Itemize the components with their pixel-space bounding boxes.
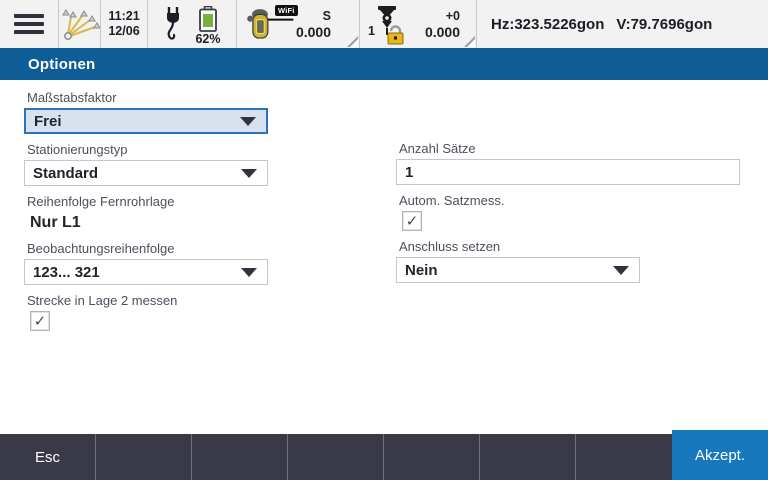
main-menu-button[interactable] bbox=[0, 0, 59, 48]
field-set-backsight: Anschluss setzen Nein bbox=[396, 240, 740, 283]
hz-angle: Hz:323.5226gon bbox=[491, 16, 604, 33]
field-face-order: Reihenfolge Fernrohrlage Nur L1 bbox=[24, 195, 268, 232]
status-bar: 11:21 12/06 62% bbox=[0, 0, 768, 48]
page-title: Optionen bbox=[28, 56, 95, 73]
app-screen: 11:21 12/06 62% bbox=[0, 0, 768, 480]
set-backsight-value: Nein bbox=[405, 262, 438, 279]
station-type-label: Stationierungstyp bbox=[27, 143, 268, 157]
number-of-rounds-label: Anzahl Sätze bbox=[399, 142, 740, 156]
observation-order-label: Beobachtungsreihenfolge bbox=[27, 242, 268, 256]
chevron-down-icon bbox=[241, 169, 257, 178]
face-order-value: Nur L1 bbox=[30, 213, 268, 232]
chevron-down-icon bbox=[241, 268, 257, 277]
form-left-column: Maßstabsfaktor Frei Stationierungstyp St… bbox=[24, 91, 268, 340]
accept-button[interactable]: Akzept. bbox=[672, 430, 768, 480]
scale-factor-value: Frei bbox=[34, 113, 62, 130]
time-text: 11:21 bbox=[108, 9, 139, 24]
softkey-empty-1 bbox=[96, 434, 192, 480]
measure-distance-face2-label: Strecke in Lage 2 messen bbox=[27, 294, 268, 308]
esc-label: Esc bbox=[35, 449, 60, 466]
angle-readout: Hz:323.5226gon V:79.7696gon bbox=[477, 0, 768, 48]
hamburger-icon bbox=[14, 10, 44, 39]
measure-distance-face2-checkbox[interactable]: ✓ bbox=[30, 311, 50, 331]
instrument-connection-tile[interactable]: WiFi S 0.000 bbox=[237, 0, 360, 48]
target-height: +0 bbox=[446, 8, 460, 24]
clock-tile[interactable]: 11:21 12/06 bbox=[101, 0, 148, 48]
checkmark-icon: ✓ bbox=[34, 312, 47, 330]
checkmark-icon: ✓ bbox=[406, 212, 419, 230]
number-of-rounds-input[interactable] bbox=[396, 159, 740, 185]
power-status-tile[interactable]: 62% bbox=[148, 0, 237, 48]
wifi-badge: WiFi bbox=[275, 5, 298, 16]
field-station-type: Stationierungstyp Standard bbox=[24, 143, 268, 186]
softkey-empty-3 bbox=[288, 434, 384, 480]
scale-factor-dropdown[interactable]: Frei bbox=[24, 108, 268, 134]
field-scale-factor: Maßstabsfaktor Frei bbox=[24, 91, 268, 134]
station-setup-status-tile[interactable] bbox=[59, 0, 101, 48]
page-header: Optionen bbox=[0, 48, 768, 80]
set-backsight-dropdown[interactable]: Nein bbox=[396, 257, 640, 283]
station-type-value: Standard bbox=[33, 165, 98, 182]
resection-rays-icon bbox=[60, 6, 100, 42]
esc-button[interactable]: Esc bbox=[0, 434, 96, 480]
battery-icon bbox=[198, 6, 218, 32]
observation-order-dropdown[interactable]: 123... 321 bbox=[24, 259, 268, 285]
target-value: 0.000 bbox=[425, 24, 460, 40]
scale-factor-label: Maßstabsfaktor bbox=[27, 91, 268, 105]
instrument-value: 0.000 bbox=[296, 24, 331, 40]
field-measure-distance-face2: Strecke in Lage 2 messen ✓ bbox=[24, 294, 268, 331]
field-number-of-rounds: Anzahl Sätze bbox=[396, 142, 740, 185]
date-text: 12/06 bbox=[108, 24, 139, 39]
station-type-dropdown[interactable]: Standard bbox=[24, 160, 268, 186]
softkey-empty-5 bbox=[480, 434, 576, 480]
instrument-mode-label: S bbox=[323, 8, 331, 24]
power-plug-icon bbox=[163, 5, 183, 43]
observation-order-value: 123... 321 bbox=[33, 264, 100, 281]
auto-round-measurement-label: Autom. Satzmess. bbox=[399, 194, 740, 208]
battery-percent: 62% bbox=[195, 32, 220, 46]
target-prism-tile[interactable]: 1 +0 0.000 bbox=[360, 0, 477, 48]
v-angle: V:79.7696gon bbox=[616, 16, 712, 33]
chevron-down-icon bbox=[613, 266, 629, 275]
face-order-label: Reihenfolge Fernrohrlage bbox=[27, 195, 268, 209]
prism-target-icon bbox=[372, 3, 406, 45]
softkey-empty-4 bbox=[384, 434, 480, 480]
target-id: 1 bbox=[368, 24, 375, 38]
field-auto-round-measurement: Autom. Satzmess. ✓ bbox=[396, 194, 740, 231]
field-observation-order: Beobachtungsreihenfolge 123... 321 bbox=[24, 242, 268, 285]
auto-round-measurement-checkbox[interactable]: ✓ bbox=[402, 211, 422, 231]
chevron-down-icon bbox=[240, 117, 256, 126]
softkey-bar: Esc bbox=[0, 434, 768, 480]
form-right-column: Anzahl Sätze Autom. Satzmess. ✓ Anschlus… bbox=[396, 142, 740, 292]
softkey-empty-6 bbox=[576, 434, 672, 480]
set-backsight-label: Anschluss setzen bbox=[399, 240, 740, 254]
softkey-empty-2 bbox=[192, 434, 288, 480]
